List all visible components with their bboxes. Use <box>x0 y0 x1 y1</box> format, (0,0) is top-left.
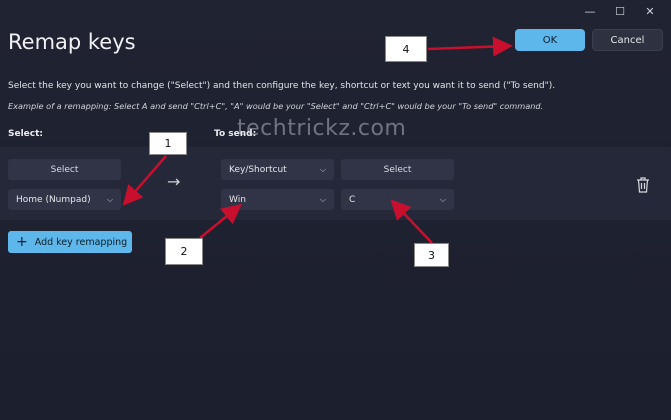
plus-icon: + <box>16 234 28 250</box>
add-key-remapping-label: Add key remapping <box>34 236 128 248</box>
to-send-column-label: To send: <box>214 129 257 139</box>
send-select-button[interactable]: Select <box>341 159 454 180</box>
add-key-remapping-button[interactable]: + Add key remapping <box>8 231 132 253</box>
chevron-down-icon: ⌵ <box>106 194 113 204</box>
send-type-dropdown[interactable]: Key/Shortcut ⌵ <box>221 159 334 180</box>
chevron-down-icon: ⌵ <box>319 194 326 204</box>
page-title: Remap keys <box>8 30 136 54</box>
send-key-1-dropdown[interactable]: Win ⌵ <box>221 189 334 210</box>
minimize-button[interactable]: — <box>575 2 605 20</box>
arrow-right-icon: → <box>167 172 181 191</box>
chevron-down-icon: ⌵ <box>319 164 326 174</box>
close-button[interactable]: ✕ <box>635 2 665 20</box>
select-key-button[interactable]: Select <box>8 159 121 180</box>
send-key-2-dropdown[interactable]: C ⌵ <box>341 189 454 210</box>
chevron-down-icon: ⌵ <box>439 194 446 204</box>
original-key-value: Home (Numpad) <box>16 194 91 205</box>
watermark-text: techtrickz.com <box>237 116 407 141</box>
trash-icon <box>637 177 649 193</box>
original-key-dropdown[interactable]: Home (Numpad) ⌵ <box>8 189 121 210</box>
callout-4: 4 <box>385 36 427 62</box>
send-key-1-value: Win <box>229 194 246 205</box>
instruction-text: Select the key you want to change ("Sele… <box>8 81 556 91</box>
callout-3: 3 <box>414 243 449 267</box>
example-text: Example of a remapping: Select A and sen… <box>8 101 544 111</box>
annotation-arrow-4 <box>427 36 513 57</box>
delete-remapping-button[interactable] <box>635 176 651 194</box>
send-type-value: Key/Shortcut <box>229 164 287 175</box>
callout-2: 2 <box>165 238 203 265</box>
callout-1: 1 <box>149 132 187 155</box>
cancel-button[interactable]: Cancel <box>592 29 663 51</box>
send-key-2-value: C <box>349 194 356 205</box>
select-column-label: Select: <box>8 129 44 139</box>
remap-keys-window: — ☐ ✕ Remap keys OK Cancel Select the ke… <box>0 0 671 420</box>
title-bar-controls: — ☐ ✕ <box>575 2 665 20</box>
maximize-button[interactable]: ☐ <box>605 2 635 20</box>
ok-button[interactable]: OK <box>515 29 585 51</box>
